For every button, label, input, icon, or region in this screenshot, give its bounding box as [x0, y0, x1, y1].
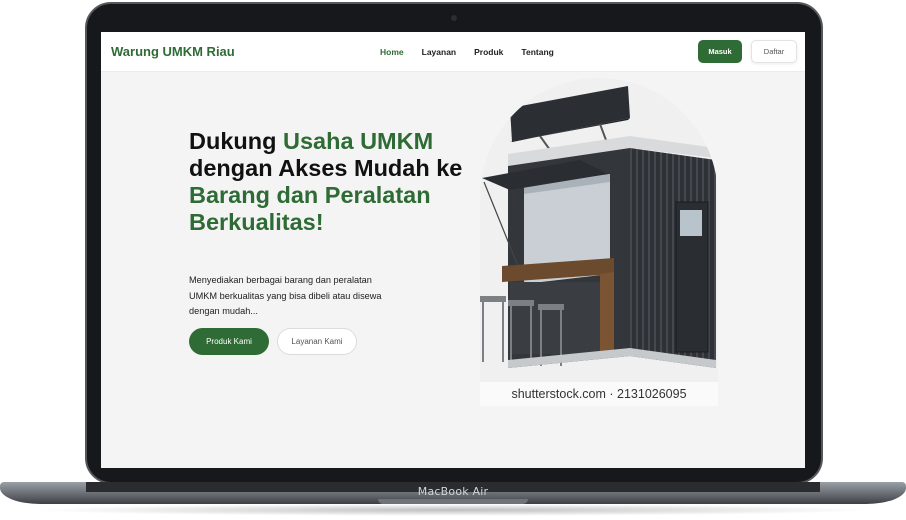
- services-button[interactable]: Layanan Kami: [277, 328, 357, 355]
- hero-title-part1: Dukung: [189, 128, 283, 154]
- nav-link-home[interactable]: Home: [380, 47, 404, 57]
- products-button[interactable]: Produk Kami: [189, 328, 269, 355]
- hero-title-highlight1: Usaha UMKM: [283, 128, 434, 154]
- navbar: Warung UMKM Riau Home Layanan Produk Ten…: [101, 32, 805, 72]
- register-button[interactable]: Daftar: [751, 40, 797, 63]
- brand-logo[interactable]: Warung UMKM Riau: [111, 44, 235, 59]
- hero-title-highlight2: Barang dan Peralatan Berkualitas!: [189, 182, 431, 235]
- nav-links: Home Layanan Produk Tentang: [380, 47, 572, 57]
- hero-description: Menyediakan berbagai barang dan peralata…: [189, 275, 382, 316]
- camera-icon: [451, 15, 457, 21]
- kiosk-container-image: [480, 86, 716, 368]
- nav-link-produk[interactable]: Produk: [474, 47, 503, 57]
- hero-title-part3: dengan Akses Mudah ke: [189, 155, 463, 181]
- hero-image: shutterstock.com · 2131026095: [480, 78, 718, 406]
- laptop-shadow: [30, 504, 876, 516]
- nav-link-tentang[interactable]: Tentang: [521, 47, 553, 57]
- laptop-notch: [378, 499, 528, 504]
- image-watermark: shutterstock.com · 2131026095: [480, 382, 718, 406]
- hero-title: Dukung Usaha UMKM dengan Akses Mudah ke …: [189, 128, 479, 236]
- nav-link-layanan[interactable]: Layanan: [422, 47, 457, 57]
- login-button[interactable]: Masuk: [698, 40, 742, 63]
- device-label: MacBook Air: [417, 485, 489, 498]
- screen: Warung UMKM Riau Home Layanan Produk Ten…: [101, 32, 805, 468]
